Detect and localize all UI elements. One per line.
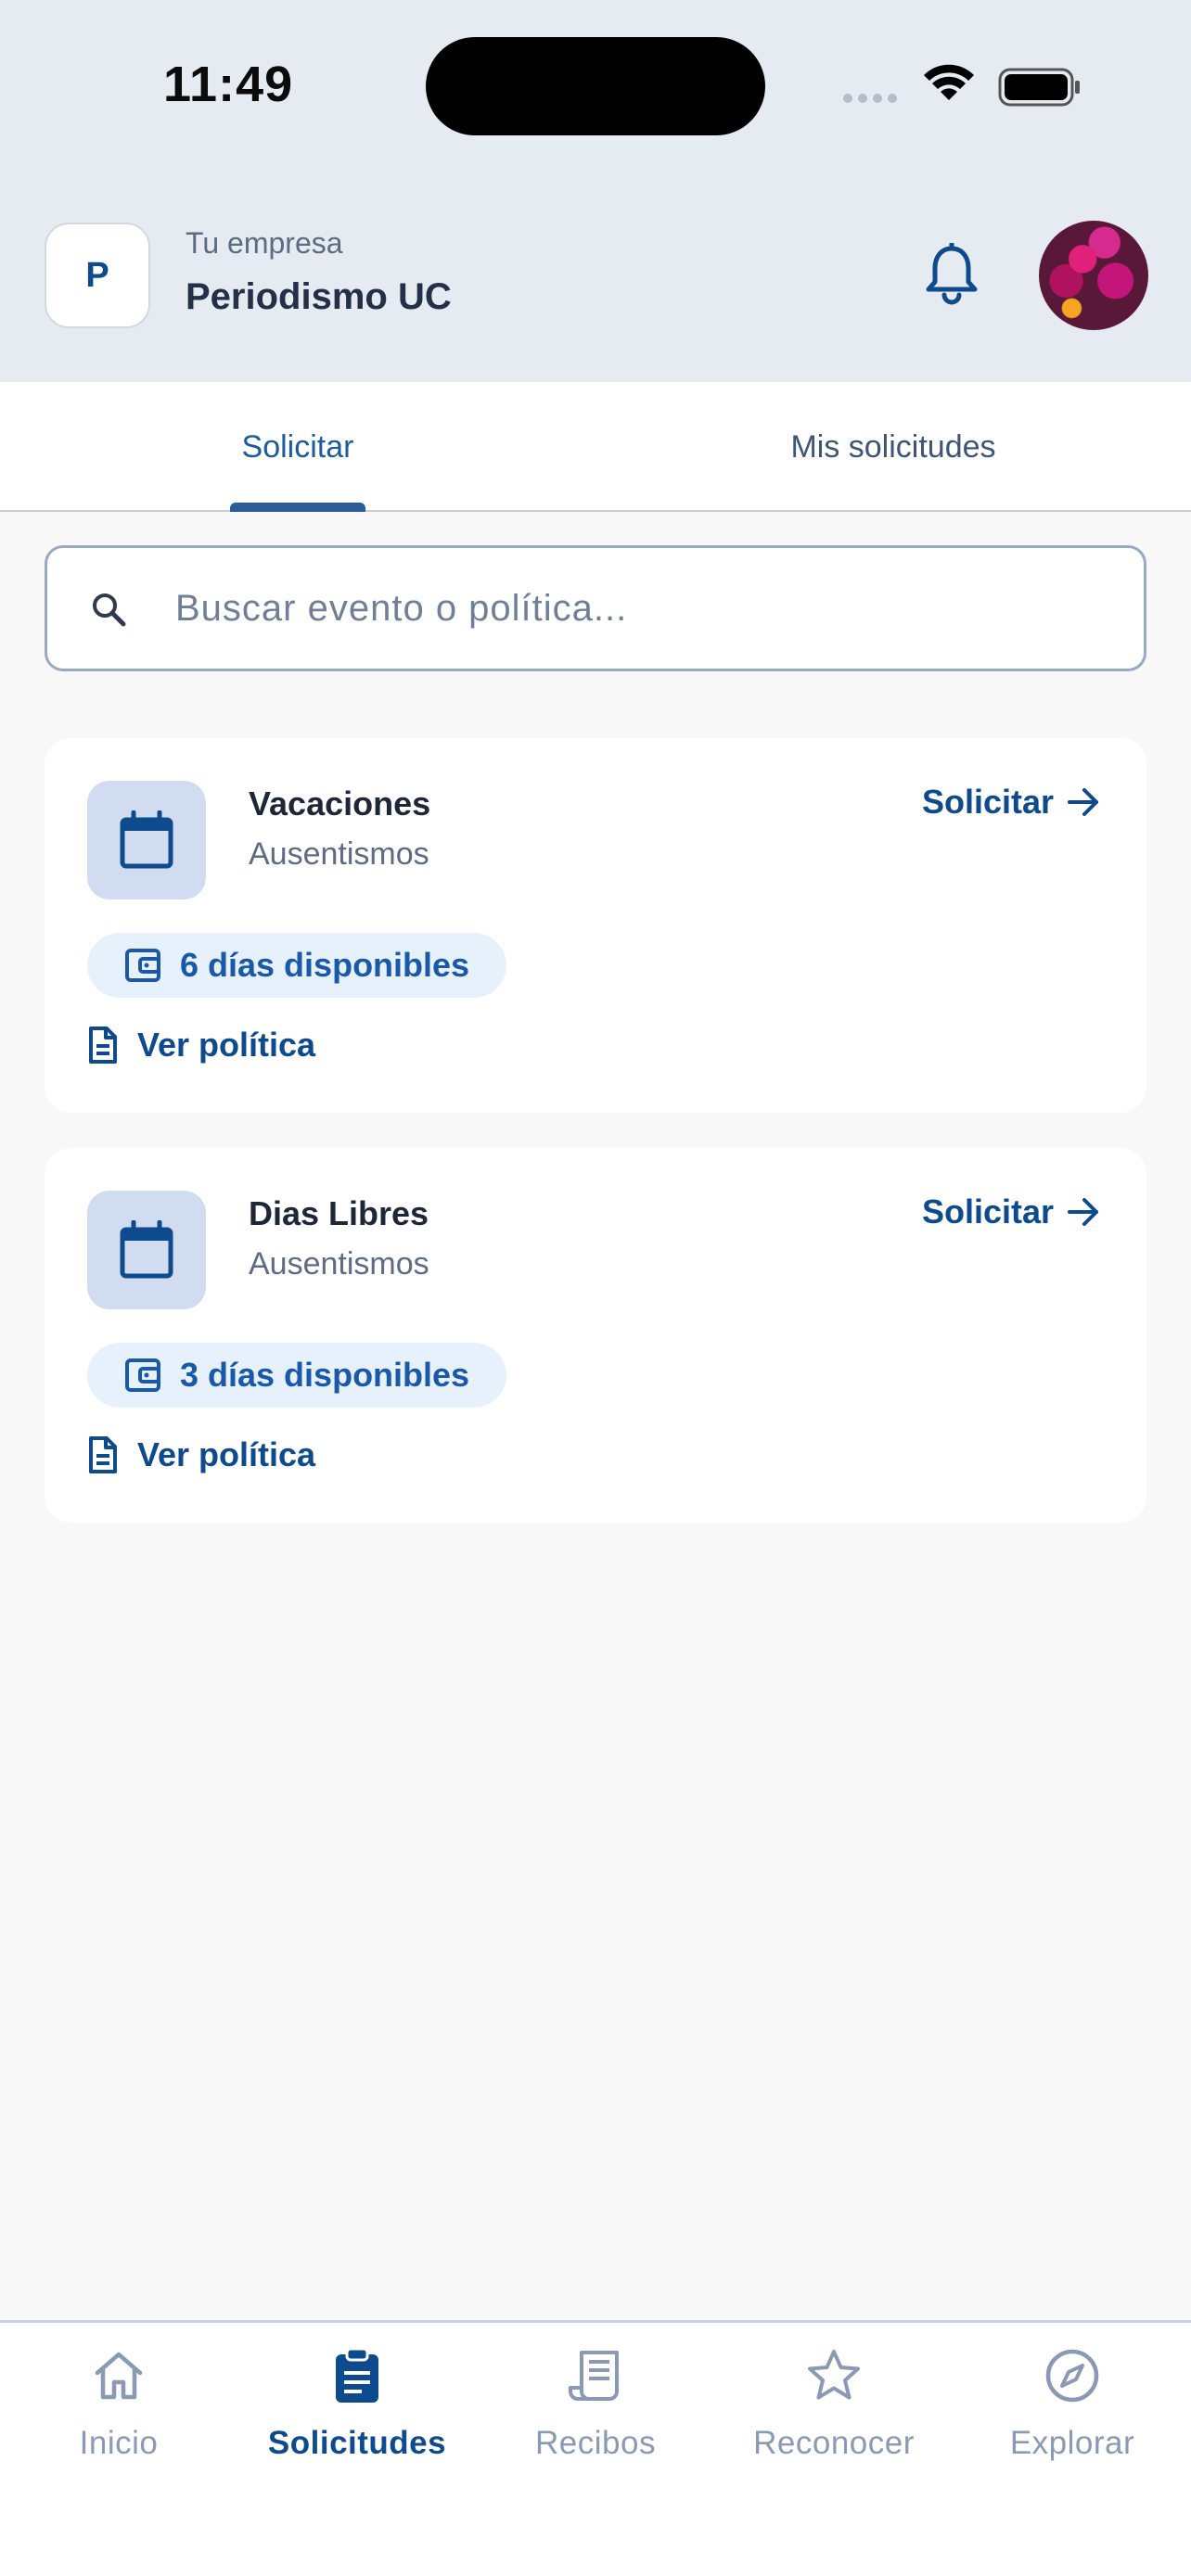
tab-solicitar[interactable]: Solicitar [0, 382, 596, 512]
wallet-icon [125, 949, 160, 982]
wallet-icon [125, 1358, 160, 1392]
battery-icon [998, 68, 1080, 107]
card-title: Dias Libres [249, 1194, 429, 1232]
clipboard-icon [336, 2347, 378, 2403]
solicitar-button[interactable]: Solicitar [922, 783, 1100, 822]
availability-text: 6 días disponibles [180, 946, 470, 984]
document-icon [89, 1027, 117, 1064]
document-icon [89, 1436, 117, 1473]
policy-card-dias-libres[interactable]: Dias Libres Ausentismos Solicitar 3 días… [45, 1148, 1146, 1523]
dynamic-island [426, 37, 765, 135]
nav-label: Reconocer [753, 2425, 915, 2461]
card-subtitle: Ausentismos [249, 1246, 429, 1282]
nav-item-recibos[interactable]: Recibos [477, 2323, 714, 2508]
avatar[interactable] [1039, 221, 1148, 330]
ver-politica-link[interactable]: Ver política [87, 1022, 315, 1068]
wifi-icon [924, 64, 974, 100]
nav-item-explorar[interactable]: Explorar [954, 2323, 1191, 2508]
arrow-right-icon [1068, 1198, 1098, 1226]
card-subtitle: Ausentismos [249, 836, 429, 872]
solicitar-button[interactable]: Solicitar [922, 1192, 1100, 1231]
solicitar-label: Solicitar [921, 783, 1054, 821]
company-logo[interactable]: P [45, 223, 150, 328]
calendar-icon-box [87, 781, 206, 899]
availability-badge: 3 días disponibles [87, 1343, 506, 1408]
nav-label: Explorar [1009, 2425, 1135, 2461]
solicitar-label: Solicitar [921, 1192, 1054, 1231]
calendar-icon-box [87, 1191, 206, 1309]
app-header: 11:49 P Tu empresa Periodismo UC [0, 0, 1191, 382]
status-bar-time: 11:49 [163, 57, 294, 112]
card-title: Vacaciones [249, 784, 431, 823]
company-caption: Tu empresa [186, 226, 343, 260]
home-icon [95, 2352, 143, 2400]
arrow-right-icon [1068, 788, 1098, 816]
nav-item-inicio[interactable]: Inicio [0, 2323, 237, 2508]
nav-label: Recibos [535, 2425, 656, 2461]
signal-icon [843, 94, 897, 103]
calendar-icon [120, 1220, 173, 1279]
active-tab-indicator [230, 503, 365, 512]
search-icon [93, 593, 126, 627]
bottom-nav: Inicio Solicitudes Recibos Reconocer Exp… [0, 2320, 1191, 2576]
ver-politica-link[interactable]: Ver política [87, 1432, 315, 1478]
bell-icon[interactable] [924, 243, 980, 306]
ver-politica-label: Ver política [137, 1435, 316, 1473]
availability-text: 3 días disponibles [180, 1356, 470, 1394]
calendar-icon [120, 810, 173, 869]
availability-badge: 6 días disponibles [87, 933, 506, 998]
status-bar-icons [843, 64, 1080, 107]
search-input[interactable] [175, 548, 1103, 669]
nav-label: Inicio [79, 2425, 159, 2461]
nav-item-solicitudes[interactable]: Solicitudes [238, 2323, 476, 2508]
nav-item-reconocer[interactable]: Reconocer [715, 2323, 953, 2508]
star-icon [808, 2350, 860, 2400]
company-name[interactable]: Periodismo UC [186, 276, 452, 318]
tab-bar: Solicitar Mis solicitudes [0, 382, 1191, 512]
ver-politica-label: Ver política [137, 1026, 316, 1064]
receipt-icon [569, 2351, 619, 2401]
nav-label: Solicitudes [267, 2425, 447, 2461]
policy-card-vacaciones[interactable]: Vacaciones Ausentismos Solicitar 6 días … [45, 738, 1146, 1113]
compass-icon [1045, 2349, 1099, 2403]
tab-mis-solicitudes[interactable]: Mis solicitudes [596, 382, 1191, 512]
search-bar [45, 545, 1146, 671]
